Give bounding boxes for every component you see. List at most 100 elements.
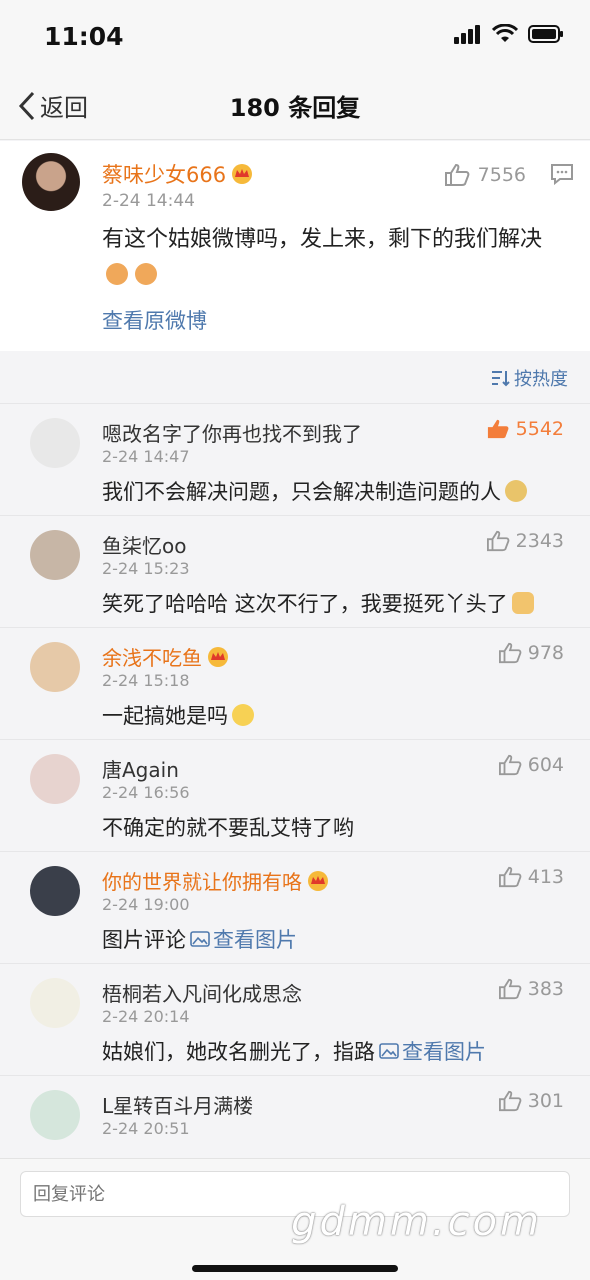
cat-emoji-icon — [135, 263, 157, 285]
like-count: 413 — [527, 866, 564, 888]
like-count: 2343 — [515, 530, 564, 552]
laughing-emoji-icon — [232, 704, 254, 726]
reply-list: 嗯改名字了你再也找不到我了 2-24 14:47 5542 我们不会解决问题，只… — [0, 403, 590, 1187]
like-count: 7556 — [477, 164, 526, 186]
thumbs-up-icon — [486, 530, 509, 552]
comment-time: 2-24 20:51 — [102, 1119, 190, 1138]
muscle-emoji-icon — [511, 592, 534, 614]
page-title: 180 条回复 — [229, 94, 361, 122]
comment-text-content: 笑死了哈哈哈 这次不行了，我要挺死丫头了 — [102, 592, 508, 616]
thumbs-up-icon — [444, 163, 470, 186]
avatar[interactable] — [30, 754, 80, 804]
author-name[interactable]: 鱼柒忆oo — [102, 530, 186, 559]
sort-icon — [492, 371, 510, 387]
battery-icon — [528, 25, 563, 43]
like-button[interactable]: 5542 — [486, 418, 564, 440]
thumbs-up-icon — [487, 419, 509, 439]
reply-input-bar: gdmm.com — [0, 1158, 590, 1280]
avatar[interactable] — [22, 153, 80, 211]
author-name[interactable]: 唐Again — [102, 754, 179, 783]
like-button[interactable]: 413 — [498, 866, 564, 888]
comment-text: 图片评论 查看图片 — [102, 924, 297, 954]
author-name-text: 蔡味少女666 — [102, 163, 227, 187]
author-name[interactable]: 梧桐若入凡间化成思念 — [102, 978, 302, 1007]
author-name[interactable]: 蔡味少女666 — [102, 159, 254, 189]
view-image-link[interactable]: 查看图片 — [379, 1036, 486, 1066]
comment-time: 2-24 15:18 — [102, 671, 190, 690]
like-count: 604 — [527, 754, 564, 776]
like-button[interactable]: 383 — [498, 978, 564, 1000]
comment-text-content: 图片评论 — [102, 928, 186, 952]
comment-text: 有这个姑娘微博吗，发上来，剩下的我们解决 — [102, 223, 562, 291]
comment-text: 笑死了哈哈哈 这次不行了，我要挺死丫头了 — [102, 588, 534, 618]
comment-icon — [551, 164, 573, 186]
comment-text: 我们不会解决问题，只会解决制造问题的人 — [102, 476, 527, 506]
author-name[interactable]: 余浅不吃鱼 — [102, 642, 230, 671]
watermark: gdmm.com — [291, 1199, 542, 1245]
view-original-link[interactable]: 查看原微博 — [102, 305, 207, 335]
signal-icon — [454, 25, 480, 44]
home-indicator[interactable] — [192, 1265, 398, 1272]
avatar[interactable] — [30, 418, 80, 468]
comment-time: 2-24 14:47 — [102, 447, 190, 466]
status-icons — [454, 24, 564, 44]
list-item: 余浅不吃鱼 2-24 15:18 978 一起搞她是吗 — [0, 627, 590, 739]
author-name[interactable]: 嗯改名字了你再也找不到我了 — [102, 418, 362, 447]
image-icon — [379, 1043, 399, 1059]
avatar[interactable] — [30, 978, 80, 1028]
avatar[interactable] — [30, 1090, 80, 1140]
comment-text-content: 姑娘们，她改名删光了，指路 — [102, 1040, 375, 1064]
list-item: 唐Again 2-24 16:56 604 不确定的就不要乱艾特了哟 — [0, 739, 590, 851]
list-item: 嗯改名字了你再也找不到我了 2-24 14:47 5542 我们不会解决问题，只… — [0, 403, 590, 515]
like-button[interactable]: 978 — [498, 642, 564, 664]
view-image-link[interactable]: 查看图片 — [190, 924, 297, 954]
avatar[interactable] — [30, 866, 80, 916]
list-item: 梧桐若入凡间化成思念 2-24 20:14 383 姑娘们，她改名删光了，指路 … — [0, 963, 590, 1075]
comment-time: 2-24 19:00 — [102, 895, 190, 914]
comment-text: 一起搞她是吗 — [102, 700, 254, 730]
vip-crown-icon — [208, 646, 228, 667]
comment-time: 2-24 16:56 — [102, 783, 190, 802]
thumbs-up-icon — [498, 1090, 522, 1112]
list-item: 你的世界就让你拥有咯 2-24 19:00 413 图片评论 查看图片 — [0, 851, 590, 963]
thumbs-up-icon — [498, 642, 522, 664]
view-image-label: 查看图片 — [402, 1040, 486, 1064]
avatar[interactable] — [30, 530, 80, 580]
comment-button[interactable] — [550, 163, 574, 189]
like-button[interactable]: 2343 — [486, 530, 564, 552]
vip-crown-icon — [232, 164, 253, 184]
vip-crown-icon — [308, 870, 328, 891]
author-name[interactable]: 你的世界就让你拥有咯 — [102, 866, 330, 895]
wifi-icon — [492, 24, 518, 42]
comment-time: 2-24 15:23 — [102, 559, 190, 578]
avatar[interactable] — [30, 642, 80, 692]
like-count: 301 — [527, 1090, 564, 1112]
comment-text-content: 不确定的就不要乱艾特了哟 — [102, 816, 354, 840]
status-bar: 11:04 — [0, 0, 590, 70]
nav-bar: 返回 180 条回复 — [0, 70, 590, 140]
sort-label: 按热度 — [514, 369, 568, 390]
view-image-label: 查看图片 — [213, 928, 297, 952]
thumbs-up-icon — [498, 978, 522, 1000]
comment-text-content: 一起搞她是吗 — [102, 704, 228, 728]
author-name-text: 余浅不吃鱼 — [102, 646, 202, 670]
sort-bar: 按热度 — [0, 351, 590, 403]
like-button[interactable]: 604 — [498, 754, 564, 776]
sort-by-hot-button[interactable]: 按热度 — [490, 365, 568, 391]
comment-text-content: 我们不会解决问题，只会解决制造问题的人 — [102, 480, 501, 504]
like-button[interactable]: 301 — [498, 1090, 564, 1112]
comment-text-content: 有这个姑娘微博吗，发上来，剩下的我们解决 — [102, 227, 543, 252]
thumbs-up-icon — [498, 754, 522, 776]
status-time: 11:04 — [44, 22, 124, 51]
image-icon — [190, 931, 210, 947]
like-button[interactable]: 7556 — [444, 163, 526, 187]
like-count: 978 — [527, 642, 564, 664]
comment-text: 不确定的就不要乱艾特了哟 — [102, 812, 354, 842]
author-name[interactable]: L星转百斗月满楼 — [102, 1090, 253, 1119]
list-item: 鱼柒忆oo 2-24 15:23 2343 笑死了哈哈哈 这次不行了，我要挺死丫… — [0, 515, 590, 627]
original-comment: 蔡味少女666 2-24 14:44 7556 有这个姑娘微博吗，发上来，剩下的… — [0, 141, 590, 351]
comment-text: 姑娘们，她改名删光了，指路 查看图片 — [102, 1036, 486, 1066]
comment-time: 2-24 14:44 — [102, 191, 195, 211]
cat-emoji-icon — [106, 263, 128, 285]
like-count: 5542 — [515, 418, 564, 440]
